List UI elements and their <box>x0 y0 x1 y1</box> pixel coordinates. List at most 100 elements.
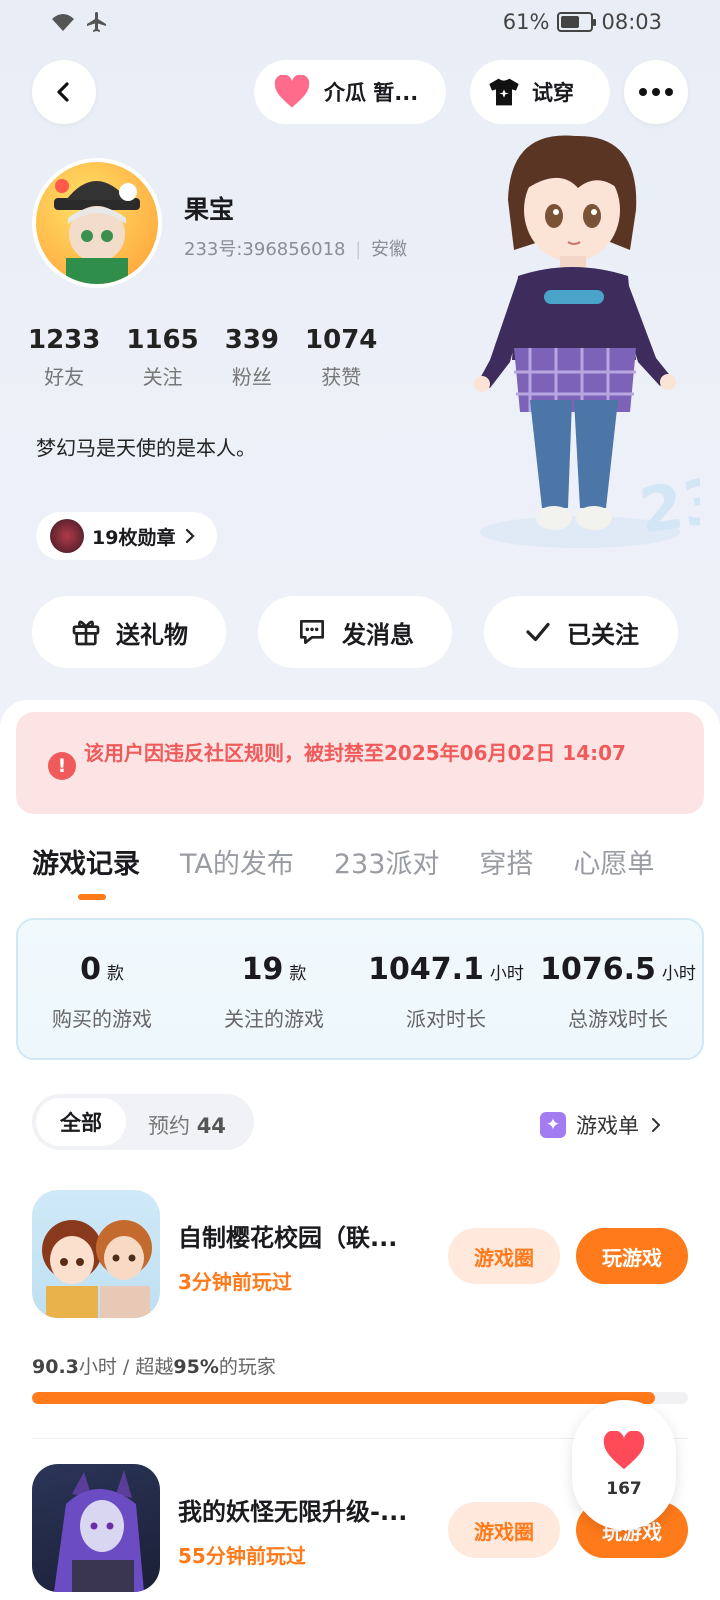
badge-icon <box>50 519 84 553</box>
stat-label: 粉丝 <box>231 365 272 389</box>
stat-likes[interactable]: 1074 获赞 <box>305 325 377 390</box>
play-time-info: 90.3小时 / 超越95%的玩家 <box>32 1352 276 1379</box>
badges-button[interactable]: 19枚勋章 <box>36 512 218 560</box>
followed-label: 已关注 <box>567 620 639 649</box>
heart-icon <box>274 75 310 108</box>
like-count: 167 <box>606 1479 642 1499</box>
summary-followed[interactable]: 19 款 关注的游戏 <box>188 952 360 1032</box>
summary-unit: 小时 <box>489 964 524 984</box>
play-time-progress <box>32 1392 688 1404</box>
svg-text:233: 233 <box>635 457 700 547</box>
play-hours-unit: 小时 / 超越 <box>78 1356 174 1378</box>
status-icons-left <box>50 10 110 34</box>
game-list-link[interactable]: ✦ 游戏单 <box>540 1110 663 1140</box>
status-bar: 61% 08:03 <box>0 0 720 48</box>
summary-total-time[interactable]: 1076.5 小时 总游戏时长 <box>532 952 704 1032</box>
stat-label: 好友 <box>44 365 85 389</box>
filter-all[interactable]: 全部 <box>36 1098 126 1146</box>
warning-icon: ! <box>48 752 76 780</box>
floating-like-button[interactable]: 167 <box>572 1400 676 1530</box>
battery-icon <box>557 12 597 32</box>
game-title[interactable]: 自制樱花校园（联... <box>178 1218 428 1253</box>
tshirt-icon <box>489 78 519 106</box>
stat-following[interactable]: 1165 关注 <box>126 325 198 390</box>
back-button[interactable] <box>32 60 96 124</box>
summary-value: 1047.1 <box>368 952 484 987</box>
stat-label: 获赞 <box>321 365 362 389</box>
send-message-button[interactable]: 发消息 <box>258 596 452 668</box>
profile-tabs: 游戏记录 TA的发布 233派对 穿搭 心愿单 <box>32 842 654 881</box>
summary-label: 总游戏时长 <box>568 1007 668 1031</box>
relationship-button[interactable]: 介瓜 暂... <box>254 60 446 124</box>
send-gift-label: 送礼物 <box>116 620 188 649</box>
game-last-played: 55分钟前玩过 <box>178 1544 306 1568</box>
tab-outfits[interactable]: 穿搭 <box>479 842 533 881</box>
summary-party-time[interactable]: 1047.1 小时 派对时长 <box>360 952 532 1032</box>
airplane-mode-icon <box>87 12 106 32</box>
filter-reserved[interactable]: 预约 44 <box>148 1110 226 1140</box>
user-region: 安徽 <box>371 239 408 260</box>
battery-percent: 61% <box>502 10 550 34</box>
status-icons-right: 61% 08:03 <box>503 10 662 34</box>
sparkle-icon: ✦ <box>540 1112 566 1138</box>
summary-unit: 款 <box>106 964 124 984</box>
game-icon[interactable] <box>32 1190 160 1318</box>
summary-value: 1076.5 <box>540 952 656 987</box>
uid-divider: | <box>355 239 362 260</box>
play-hours: 90.3 <box>32 1356 79 1378</box>
stat-value: 1233 <box>28 325 101 355</box>
heart-icon <box>603 1431 645 1470</box>
profile-stats: 1233 好友 1165 关注 339 粉丝 1074 获赞 <box>28 325 377 390</box>
user-bio: 梦幻马是天使的是本人。 <box>36 436 256 460</box>
filter-reserved-label: 预约 <box>148 1114 190 1138</box>
summary-value: 0 <box>80 952 101 987</box>
play-game-button[interactable]: 玩游戏 <box>576 1228 688 1284</box>
stat-label: 关注 <box>142 365 183 389</box>
message-bubble-icon <box>300 620 324 644</box>
game-title[interactable]: 我的妖怪无限升级-... <box>178 1492 428 1527</box>
avatar-character-figure[interactable]: 233 <box>460 130 700 560</box>
stat-value: 339 <box>224 325 280 355</box>
summary-unit: 小时 <box>661 964 696 984</box>
game-circle-button[interactable]: 游戏圈 <box>448 1502 560 1558</box>
filter-reserved-count: 44 <box>196 1114 226 1138</box>
more-dots-icon <box>639 88 673 96</box>
try-on-button[interactable]: 试穿 <box>470 60 610 124</box>
wifi-icon <box>52 14 74 31</box>
checkmark-icon <box>526 622 550 642</box>
game-icon[interactable] <box>32 1464 160 1592</box>
game-circle-button[interactable]: 游戏圈 <box>448 1228 560 1284</box>
avatar-image <box>54 179 140 284</box>
stat-value: 1074 <box>305 325 378 355</box>
more-button[interactable] <box>624 60 688 124</box>
tab-wishlist[interactable]: 心愿单 <box>573 842 654 881</box>
user-name: 果宝 <box>184 195 235 224</box>
tab-posts[interactable]: TA的发布 <box>180 842 294 881</box>
stat-fans[interactable]: 339 粉丝 <box>225 325 279 390</box>
game-icon-art <box>54 1470 144 1592</box>
badges-label: 19枚勋章 <box>92 526 176 549</box>
summary-value: 19 <box>241 952 284 987</box>
chevron-left-icon <box>57 82 69 102</box>
tab-game-records[interactable]: 游戏记录 <box>32 842 140 881</box>
play-time-progress-fill <box>32 1392 656 1404</box>
summary-label: 派对时长 <box>406 1007 486 1031</box>
send-gift-button[interactable]: 送礼物 <box>32 596 226 668</box>
tab-233-party[interactable]: 233派对 <box>334 842 440 881</box>
play-percent-suffix: 的玩家 <box>218 1356 276 1378</box>
relationship-label: 介瓜 暂... <box>324 81 419 105</box>
send-message-label: 发消息 <box>342 620 414 649</box>
user-id: 233号:396856018 <box>184 239 346 260</box>
avatar[interactable] <box>32 158 162 288</box>
game-list-label: 游戏单 <box>576 1114 639 1138</box>
active-tab-indicator <box>78 894 106 900</box>
user-id-line: 233号:396856018 | 安徽 <box>184 235 407 261</box>
summary-purchased[interactable]: 0款 购买的游戏 <box>16 952 188 1032</box>
stat-friends[interactable]: 1233 好友 <box>28 325 100 390</box>
summary-label: 关注的游戏 <box>224 1007 324 1031</box>
chevron-right-icon <box>186 528 196 544</box>
play-percent: 95% <box>173 1356 219 1378</box>
followed-button[interactable]: 已关注 <box>484 596 678 668</box>
try-on-label: 试穿 <box>532 81 574 105</box>
summary-label: 购买的游戏 <box>52 1007 152 1031</box>
